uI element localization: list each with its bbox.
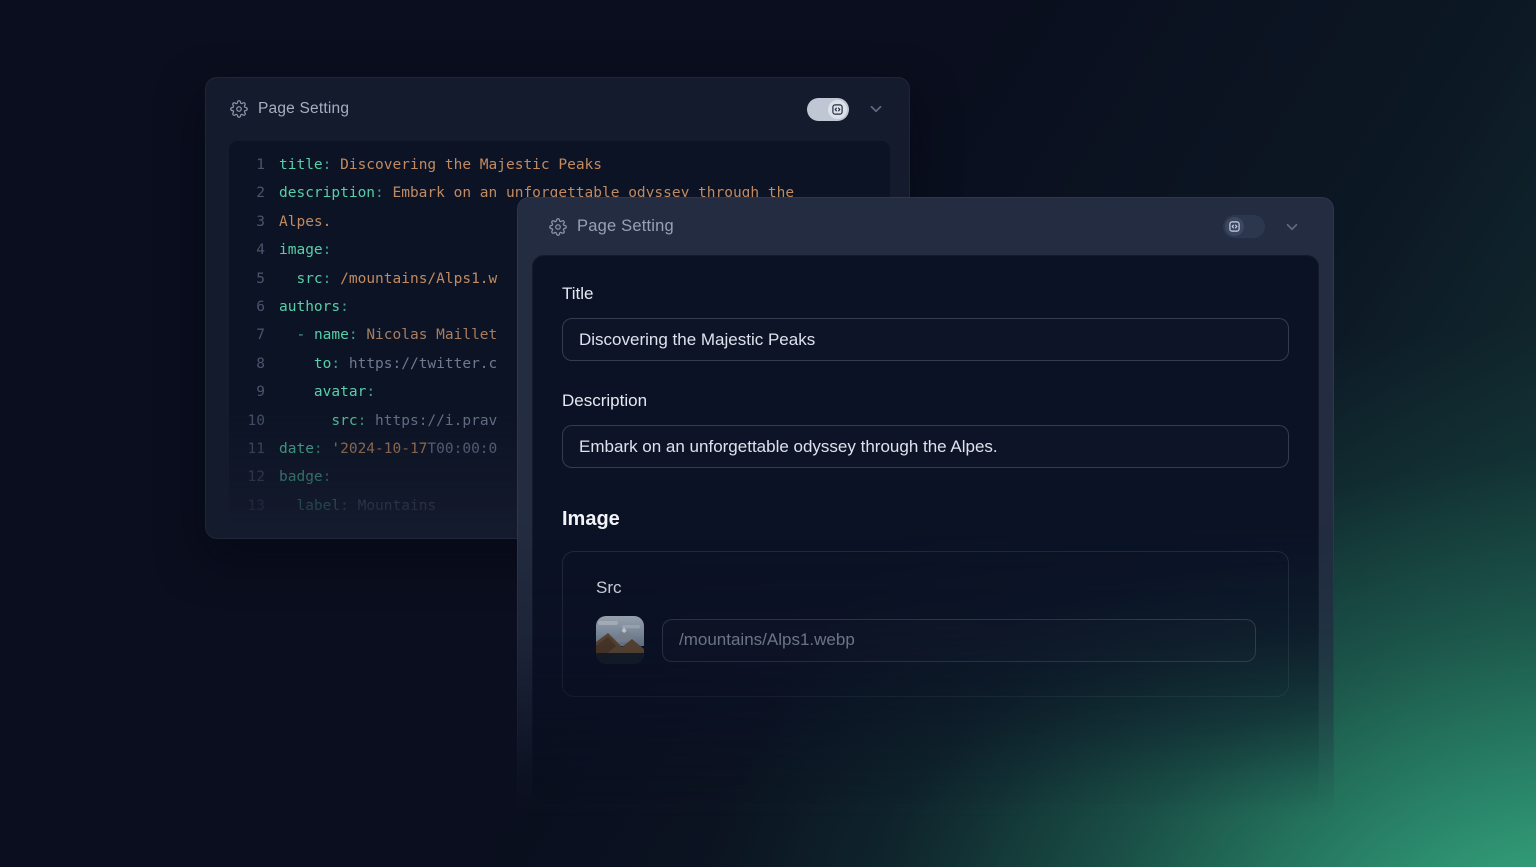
code-token-colon: : <box>375 179 384 207</box>
line-number: 8 <box>229 350 279 378</box>
page-setting-form-panel: Page Setting Title Description Image Src <box>517 197 1334 817</box>
code-token-colon: : <box>314 435 323 463</box>
code-token-colon: : <box>323 151 332 179</box>
toggle-knob <box>1225 217 1244 236</box>
code-token-val: '2024-10-17 <box>323 435 428 463</box>
form-content: Title Description Image Src <box>532 255 1319 804</box>
line-number: 10 <box>229 407 279 435</box>
line-number: 4 <box>229 236 279 264</box>
code-token-plain <box>279 407 331 435</box>
code-token-plain <box>279 492 296 520</box>
code-token-key: authors <box>279 293 340 321</box>
code-token-colon: : <box>323 236 332 264</box>
gear-icon <box>549 218 567 236</box>
code-token-muted: https://i.prav <box>366 407 497 435</box>
panel-title: Page Setting <box>258 100 349 118</box>
title-field-label: Title <box>562 284 1289 304</box>
line-number: 9 <box>229 378 279 406</box>
src-input-wrap <box>662 619 1256 662</box>
code-block-icon <box>1228 220 1241 233</box>
code-token-plain <box>279 265 296 293</box>
code-token-key: badge <box>279 463 323 491</box>
line-number: 5 <box>229 265 279 293</box>
mountain-thumbnail-art <box>596 616 644 664</box>
description-field-label: Description <box>562 391 1289 411</box>
line-number: 1 <box>229 151 279 179</box>
code-token-key: description <box>279 179 375 207</box>
toggle-knob <box>828 100 847 119</box>
src-input[interactable] <box>662 619 1256 662</box>
code-panel-header: Page Setting <box>206 78 909 140</box>
code-token-colon: : <box>323 265 332 293</box>
src-row <box>596 616 1256 664</box>
code-token-plain <box>279 321 296 349</box>
line-number: 11 <box>229 435 279 463</box>
code-token-muted: https://twitter.c <box>340 350 497 378</box>
line-number: 3 <box>229 208 279 236</box>
code-token-key: date <box>279 435 314 463</box>
code-token-colon: - <box>296 321 313 349</box>
code-token-key: label <box>296 492 340 520</box>
code-token-colon: : <box>331 350 340 378</box>
line-number: 7 <box>229 321 279 349</box>
code-line: 1title: Discovering the Majestic Peaks <box>229 151 890 179</box>
code-token-colon: : <box>340 293 349 321</box>
image-group-box: Src <box>562 551 1289 697</box>
title-input[interactable] <box>562 318 1289 361</box>
code-token-plain <box>279 350 314 378</box>
code-token-key: src <box>331 407 357 435</box>
code-view-toggle[interactable] <box>1223 215 1265 238</box>
image-thumbnail[interactable] <box>596 616 644 664</box>
line-number: 2 <box>229 179 279 207</box>
line-number: 12 <box>229 463 279 491</box>
code-token-key: image <box>279 236 323 264</box>
code-token-colon: : <box>340 492 349 520</box>
code-token-muted: T00:00:0 <box>427 435 497 463</box>
code-token-key: to <box>314 350 331 378</box>
code-token-colon: : <box>323 463 332 491</box>
code-token-colon: : <box>358 407 367 435</box>
code-token-colon: : <box>366 378 375 406</box>
code-token-val: Alpes. <box>279 208 331 236</box>
code-block-icon <box>831 103 844 116</box>
form-panel-header: Page Setting <box>518 198 1333 255</box>
code-token-plain <box>279 378 314 406</box>
code-token-colon: : <box>349 321 358 349</box>
chevron-down-icon[interactable] <box>1283 218 1301 236</box>
code-token-key: title <box>279 151 323 179</box>
code-token-key: name <box>314 321 349 349</box>
line-number: 13 <box>229 492 279 520</box>
image-section-heading: Image <box>562 508 1289 531</box>
gear-icon <box>230 100 248 118</box>
chevron-down-icon[interactable] <box>867 100 885 118</box>
code-token-muted: Mountains <box>349 492 436 520</box>
code-view-toggle[interactable] <box>807 98 849 121</box>
description-input[interactable] <box>562 425 1289 468</box>
code-token-key: src <box>296 265 322 293</box>
panel-title: Page Setting <box>577 217 674 236</box>
src-field-label: Src <box>596 578 1256 598</box>
code-token-val2: Nicolas Maillet <box>358 321 498 349</box>
code-token-val: /mountains/Alps1.w <box>331 265 497 293</box>
code-token-val: Discovering the Majestic Peaks <box>331 151 602 179</box>
line-number: 6 <box>229 293 279 321</box>
code-token-key: avatar <box>314 378 366 406</box>
